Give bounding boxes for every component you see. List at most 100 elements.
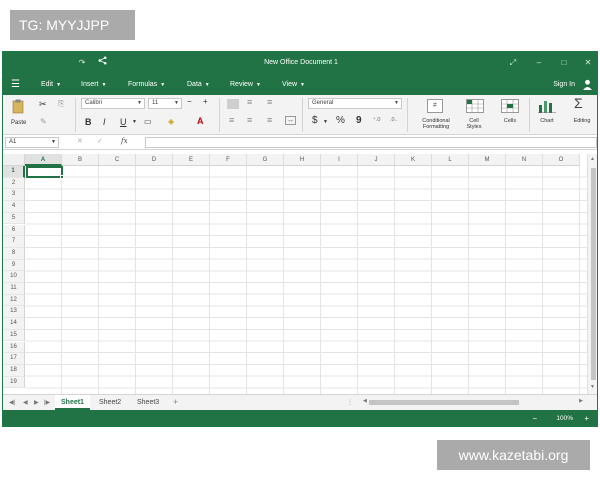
- formula-input[interactable]: [145, 137, 597, 148]
- confirm-formula-icon[interactable]: ✓: [97, 137, 103, 145]
- scroll-up-icon[interactable]: ▲: [590, 156, 595, 162]
- row-header[interactable]: 2: [3, 177, 25, 190]
- row-header[interactable]: 19: [3, 376, 25, 389]
- column-header[interactable]: C: [99, 154, 136, 166]
- conditional-formatting-icon[interactable]: ≠: [427, 99, 443, 113]
- menu-review[interactable]: Review ▼: [230, 74, 261, 96]
- row-header[interactable]: 3: [3, 189, 25, 202]
- scroll-right-icon[interactable]: ▶: [579, 398, 583, 404]
- editing-button[interactable]: Editing: [568, 118, 596, 124]
- font-color-icon[interactable]: A: [197, 116, 204, 126]
- chevron-down-icon[interactable]: ▼: [132, 119, 137, 125]
- column-header[interactable]: I: [321, 154, 358, 166]
- cell-styles-button[interactable]: Cell Styles: [459, 118, 489, 130]
- row-header[interactable]: 5: [3, 212, 25, 225]
- copy-icon[interactable]: ⎘: [58, 99, 64, 109]
- column-header[interactable]: J: [358, 154, 395, 166]
- decrease-font-size-button[interactable]: −: [187, 97, 192, 106]
- user-icon[interactable]: [582, 79, 593, 90]
- row-header[interactable]: 7: [3, 236, 25, 248]
- minimize-icon[interactable]: –: [532, 52, 546, 74]
- active-cell-selection[interactable]: [26, 166, 64, 179]
- number-format-select[interactable]: General ▼: [308, 98, 402, 109]
- next-sheet-icon[interactable]: ▶: [34, 395, 39, 411]
- paste-icon[interactable]: [12, 99, 24, 114]
- font-size-select[interactable]: 11 ▼: [148, 98, 182, 109]
- zoom-in-button[interactable]: +: [584, 410, 589, 426]
- scroll-down-icon[interactable]: ▼: [590, 384, 595, 390]
- align-right-icon[interactable]: ≡: [267, 115, 272, 125]
- horizontal-scroll-thumb[interactable]: [369, 400, 519, 405]
- percent-button[interactable]: %: [336, 115, 345, 126]
- column-header[interactable]: M: [469, 154, 506, 166]
- row-header[interactable]: 14: [3, 318, 25, 330]
- increase-decimal-icon[interactable]: ⁺.0: [373, 117, 381, 123]
- row-header[interactable]: 17: [3, 353, 25, 365]
- row-header[interactable]: 11: [3, 283, 25, 295]
- sheet-tab-sheet1[interactable]: Sheet1: [55, 395, 90, 410]
- cut-icon[interactable]: ✂: [39, 99, 47, 110]
- row-header[interactable]: 4: [3, 201, 25, 213]
- currency-button[interactable]: $: [312, 115, 318, 126]
- bold-button[interactable]: B: [85, 117, 92, 127]
- row-header[interactable]: 10: [3, 271, 25, 283]
- row-header[interactable]: 1: [3, 166, 25, 178]
- last-sheet-icon[interactable]: |▶: [44, 395, 50, 411]
- first-sheet-icon[interactable]: ◀|: [9, 395, 15, 411]
- column-header[interactable]: H: [284, 154, 321, 166]
- format-painter-icon[interactable]: ✎: [40, 117, 47, 126]
- align-left-icon[interactable]: ≡: [229, 115, 234, 125]
- menu-formulas[interactable]: Formulas ▼: [128, 74, 165, 96]
- close-icon[interactable]: ✕: [581, 52, 595, 74]
- sum-icon[interactable]: Σ: [574, 95, 583, 111]
- hamburger-menu-icon[interactable]: ☰: [11, 74, 20, 95]
- menu-edit[interactable]: Edit ▼: [41, 74, 61, 96]
- fullscreen-icon[interactable]: ⤢: [506, 52, 520, 74]
- decrease-decimal-icon[interactable]: .0₋: [390, 117, 398, 123]
- row-header[interactable]: 8: [3, 247, 25, 260]
- column-header[interactable]: A: [25, 154, 62, 166]
- row-header[interactable]: 15: [3, 329, 25, 342]
- row-header[interactable]: 13: [3, 306, 25, 319]
- cell-area[interactable]: [25, 166, 587, 394]
- column-header[interactable]: K: [395, 154, 432, 166]
- merge-cells-icon[interactable]: ↔: [285, 116, 296, 125]
- column-header[interactable]: N: [506, 154, 543, 166]
- column-header[interactable]: E: [173, 154, 210, 166]
- menu-view[interactable]: View ▼: [282, 74, 305, 96]
- cells-icon[interactable]: [501, 99, 519, 113]
- underline-button[interactable]: U: [120, 117, 127, 127]
- maximize-icon[interactable]: □: [557, 52, 571, 74]
- horizontal-scrollbar[interactable]: ◀ ▶: [363, 398, 583, 406]
- split-handle-icon[interactable]: ⋮: [347, 395, 353, 411]
- chevron-down-icon[interactable]: ▼: [323, 119, 328, 125]
- sheet-tab-sheet2[interactable]: Sheet2: [93, 395, 127, 410]
- column-header[interactable]: F: [210, 154, 247, 166]
- insert-function-button[interactable]: fx: [121, 137, 128, 145]
- sheet-tab-sheet3[interactable]: Sheet3: [131, 395, 165, 410]
- select-all-corner[interactable]: [3, 154, 25, 166]
- italic-button[interactable]: I: [103, 117, 106, 127]
- zoom-out-button[interactable]: −: [532, 410, 537, 426]
- column-header[interactable]: G: [247, 154, 284, 166]
- borders-icon[interactable]: ▭: [144, 117, 152, 126]
- align-middle-icon[interactable]: ≡: [247, 97, 252, 107]
- increase-font-size-button[interactable]: +: [203, 97, 208, 106]
- column-header[interactable]: L: [432, 154, 469, 166]
- fill-handle[interactable]: [60, 175, 64, 179]
- name-box[interactable]: A1 ▼: [5, 137, 59, 148]
- sign-in-link[interactable]: Sign In: [553, 74, 575, 95]
- cell-styles-icon[interactable]: [466, 99, 484, 113]
- column-header[interactable]: O: [543, 154, 580, 166]
- cells-button[interactable]: Cells: [497, 118, 523, 124]
- row-header[interactable]: 9: [3, 259, 25, 272]
- vertical-scrollbar[interactable]: ▲ ▼: [587, 154, 597, 394]
- fill-color-icon[interactable]: ◈: [168, 117, 174, 126]
- menu-insert[interactable]: Insert ▼: [81, 74, 106, 96]
- comma-style-button[interactable]: 9: [356, 115, 362, 126]
- menu-data[interactable]: Data ▼: [187, 74, 210, 96]
- align-top-icon[interactable]: [227, 99, 239, 109]
- zoom-level[interactable]: 100%: [556, 410, 573, 426]
- add-sheet-button[interactable]: +: [173, 395, 178, 410]
- chart-button[interactable]: Chart: [534, 118, 560, 124]
